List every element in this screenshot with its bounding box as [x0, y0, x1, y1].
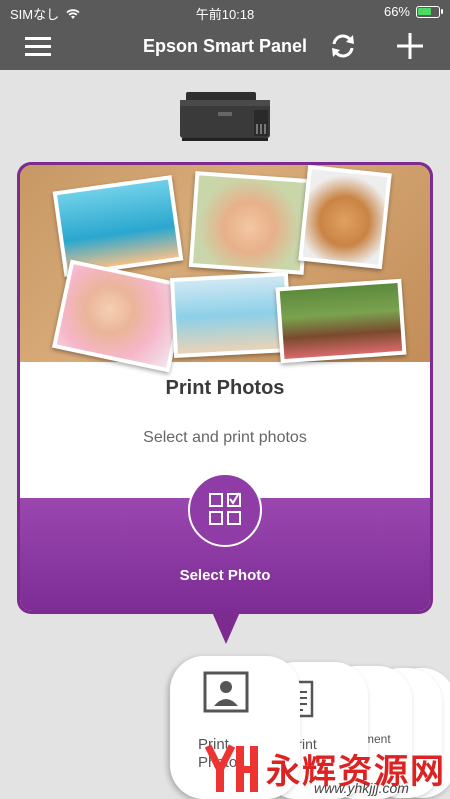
photo-thumbnail — [169, 271, 293, 359]
photo-thumbnail — [275, 278, 407, 364]
photo-thumbnail — [51, 259, 189, 373]
clock: 午前10:18 — [195, 7, 255, 22]
photo-portrait-icon — [203, 671, 249, 713]
watermark: 永辉资源网 www.yhkjjj.com — [196, 740, 450, 799]
printer-image[interactable] — [178, 90, 272, 142]
select-photo-button[interactable] — [188, 473, 262, 547]
plus-icon — [397, 33, 423, 59]
battery-icon — [416, 5, 443, 18]
card-subtitle: Select and print photos — [143, 429, 307, 446]
app-title: Epson Smart Panel — [142, 36, 308, 56]
card-pointer — [212, 612, 240, 644]
refresh-button[interactable] — [327, 30, 359, 62]
grid-select-icon — [209, 492, 241, 525]
photo-collage-image — [20, 165, 430, 373]
battery-fill — [418, 7, 431, 15]
battery-percent: 66% — [383, 4, 410, 19]
print-photos-card[interactable]: Print Photos Select and print photos Sel… — [17, 162, 433, 614]
photo-thumbnail — [298, 165, 392, 270]
watermark-logo-icon — [204, 744, 258, 792]
card-title: Print Photos — [165, 377, 285, 399]
select-photo-label[interactable]: Select Photo — [20, 567, 430, 584]
watermark-url: www.yhkjjj.com — [314, 780, 409, 796]
status-bar: SIMなし 午前10:18 66% — [0, 0, 450, 22]
refresh-icon — [332, 34, 354, 58]
top-navigation-bar: Epson Smart Panel — [0, 22, 450, 70]
add-printer-button[interactable] — [394, 30, 426, 62]
photo-thumbnail — [188, 171, 311, 275]
